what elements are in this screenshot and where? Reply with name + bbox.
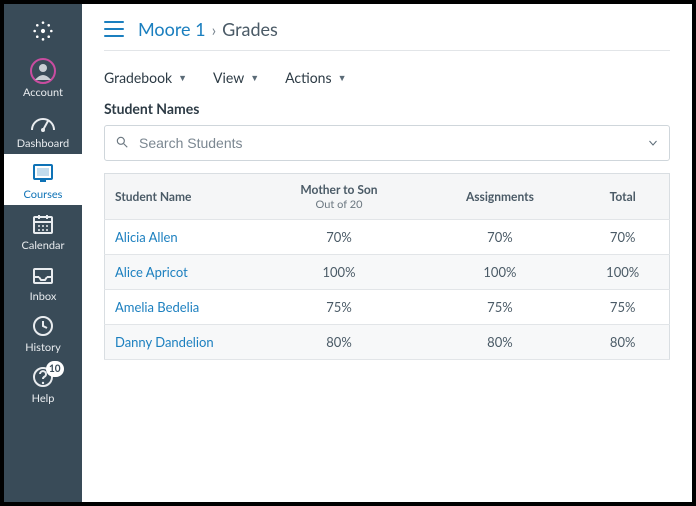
search-icon	[115, 134, 129, 153]
section-title: Student Names	[104, 100, 670, 117]
chevron-down-icon: ▼	[250, 72, 259, 83]
grades-table: Student Name Mother to Son Out of 20 Ass…	[104, 173, 670, 360]
grade-cell[interactable]: 70%	[255, 220, 424, 255]
grade-cell[interactable]: 75%	[576, 290, 669, 325]
nav-dashboard[interactable]: Dashboard	[4, 103, 82, 154]
grade-cell[interactable]: 70%	[576, 220, 669, 255]
nav-calendar[interactable]: Calendar	[4, 205, 82, 256]
help-badge: 10	[46, 361, 64, 377]
view-menu[interactable]: View ▼	[213, 69, 259, 86]
table-row: Danny Dandelion 80% 80% 80%	[105, 325, 670, 360]
student-link[interactable]: Amelia Bedelia	[115, 299, 199, 315]
table-header-row: Student Name Mother to Son Out of 20 Ass…	[105, 174, 670, 220]
table-row: Alice Apricot 100% 100% 100%	[105, 255, 670, 290]
grade-cell[interactable]: 80%	[576, 325, 669, 360]
nav-label: History	[25, 341, 61, 354]
gradebook-menu[interactable]: Gradebook ▼	[104, 69, 187, 86]
grade-cell[interactable]: 75%	[255, 290, 424, 325]
student-link[interactable]: Alice Apricot	[115, 264, 188, 280]
nav-history[interactable]: History	[4, 307, 82, 358]
nav-label: Help	[32, 392, 55, 405]
table-row: Alicia Allen 70% 70% 70%	[105, 220, 670, 255]
col-total[interactable]: Total	[576, 174, 669, 220]
main-content: Moore 1 › Grades Gradebook ▼ View ▼ Acti…	[82, 4, 692, 502]
app-frame: Account Dashboard Courses	[0, 0, 696, 506]
table-row: Amelia Bedelia 75% 75% 75%	[105, 290, 670, 325]
grade-cell[interactable]: 80%	[423, 325, 576, 360]
global-nav: Account Dashboard Courses	[4, 4, 82, 502]
user-avatar-icon	[30, 58, 56, 84]
breadcrumb: Moore 1 › Grades	[138, 18, 278, 40]
col-subtitle: Out of 20	[265, 198, 414, 211]
nav-account[interactable]: Account	[4, 52, 82, 103]
breadcrumb-course-link[interactable]: Moore 1	[138, 18, 206, 40]
menu-label: View	[213, 69, 244, 86]
grade-cell[interactable]: 100%	[423, 255, 576, 290]
grade-cell[interactable]: 100%	[576, 255, 669, 290]
history-icon	[30, 313, 56, 339]
nav-inbox[interactable]: Inbox	[4, 256, 82, 307]
canvas-logo-icon	[30, 18, 56, 44]
actions-menu[interactable]: Actions ▼	[285, 69, 346, 86]
nav-label: Dashboard	[17, 137, 69, 150]
student-search[interactable]	[104, 125, 670, 161]
nav-label: Inbox	[30, 290, 57, 303]
nav-help[interactable]: 10 Help	[4, 358, 82, 409]
courses-icon	[30, 160, 56, 186]
col-assignments[interactable]: Assignments	[423, 174, 576, 220]
course-nav-toggle[interactable]	[104, 21, 124, 37]
nav-label: Courses	[24, 188, 63, 201]
student-link[interactable]: Danny Dandelion	[115, 334, 214, 350]
dashboard-icon	[30, 109, 56, 135]
gradebook-toolbar: Gradebook ▼ View ▼ Actions ▼	[104, 51, 670, 100]
header: Moore 1 › Grades	[104, 14, 670, 51]
chevron-down-icon: ▼	[178, 72, 187, 83]
chevron-down-icon[interactable]	[647, 134, 659, 153]
nav-courses[interactable]: Courses	[4, 154, 82, 205]
inbox-icon	[30, 262, 56, 288]
menu-label: Actions	[285, 69, 331, 86]
nav-label: Calendar	[22, 239, 65, 252]
calendar-icon	[30, 211, 56, 237]
grade-cell[interactable]: 70%	[423, 220, 576, 255]
grade-cell[interactable]: 75%	[423, 290, 576, 325]
col-student-name[interactable]: Student Name	[105, 174, 255, 220]
grade-cell[interactable]: 100%	[255, 255, 424, 290]
student-link[interactable]: Alicia Allen	[115, 229, 178, 245]
chevron-down-icon: ▼	[338, 72, 347, 83]
menu-label: Gradebook	[104, 69, 172, 86]
grade-cell[interactable]: 80%	[255, 325, 424, 360]
nav-label: Account	[23, 86, 63, 99]
search-input[interactable]	[139, 135, 637, 151]
col-title: Mother to Son	[300, 182, 377, 197]
breadcrumb-current: Grades	[222, 18, 278, 40]
logo[interactable]	[4, 10, 82, 52]
col-assignment-1[interactable]: Mother to Son Out of 20	[255, 174, 424, 220]
breadcrumb-separator: ›	[212, 21, 217, 40]
